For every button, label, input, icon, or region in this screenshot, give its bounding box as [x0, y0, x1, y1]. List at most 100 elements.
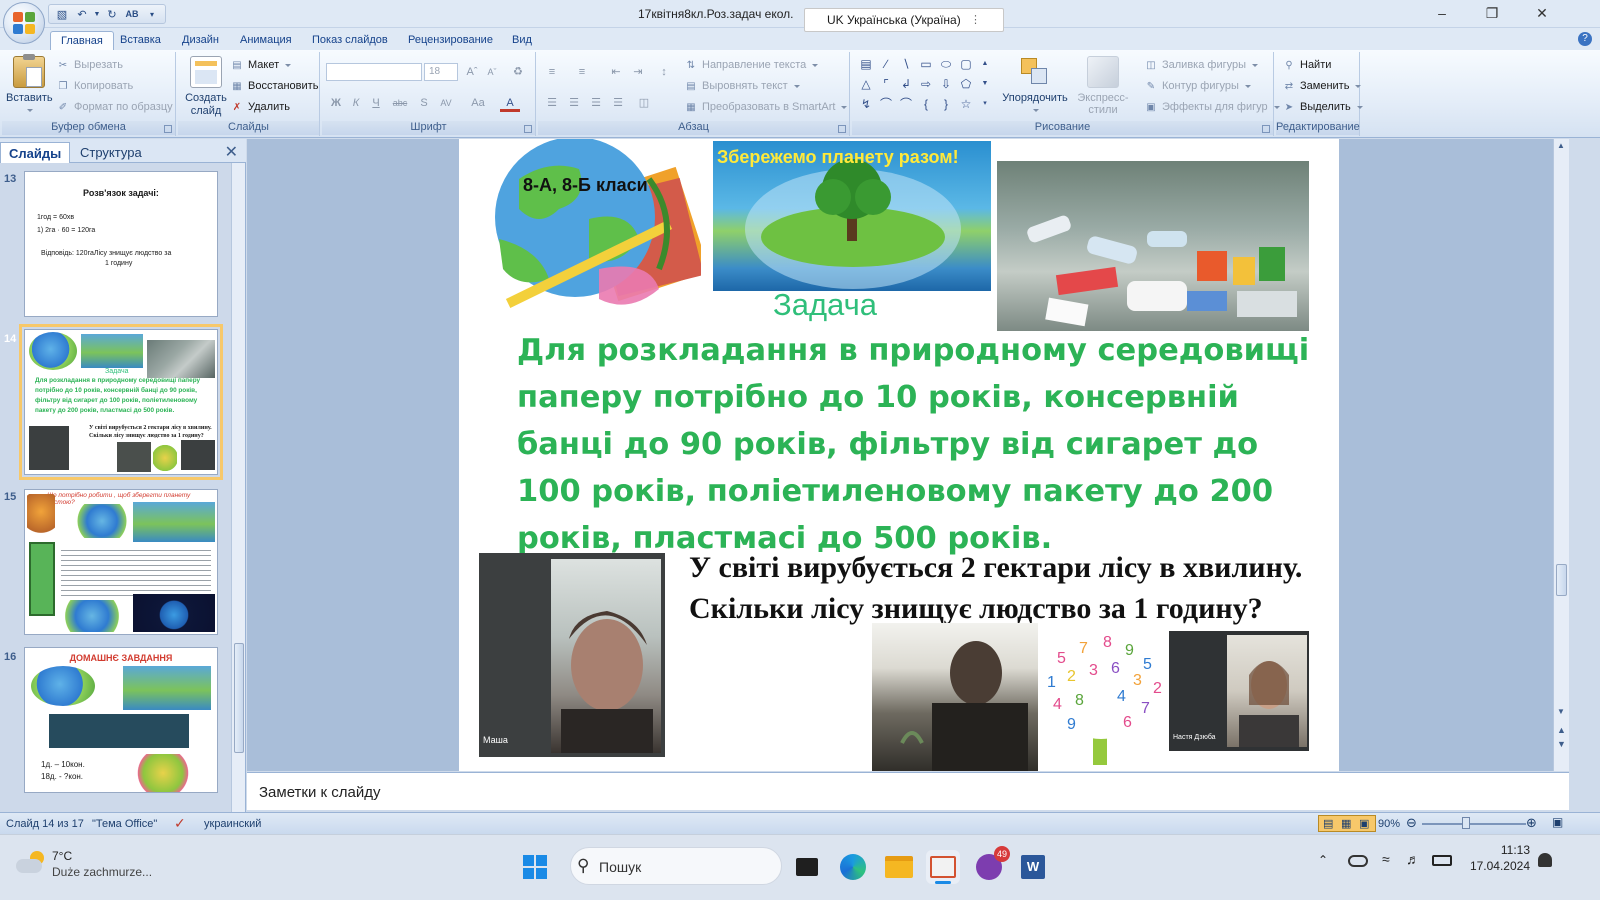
save-planet-image[interactable]: Збережемо планету разом!	[713, 141, 991, 291]
gallery-down-icon[interactable]: ▼	[980, 76, 990, 92]
clear-format-icon[interactable]: ♻	[508, 63, 528, 81]
scrollbar-thumb[interactable]	[234, 643, 244, 753]
select-button[interactable]: ➤ Выделить	[1282, 98, 1363, 116]
slide-canvas[interactable]: 8-А, 8-Б класи Збережемо планету разом!	[459, 139, 1339, 771]
video-tile-2[interactable]	[872, 623, 1038, 771]
paragraph-launcher-icon[interactable]	[838, 125, 846, 133]
wifi-icon[interactable]: ≈	[1382, 851, 1390, 867]
shape-outline-button[interactable]: ✎ Контур фигуры	[1144, 77, 1251, 95]
decrease-indent-icon[interactable]: ⇤	[606, 63, 626, 81]
previous-slide-icon[interactable]: ▲	[1557, 725, 1566, 735]
qat-customize-icon[interactable]: ▾	[143, 6, 161, 22]
font-color-icon[interactable]: A	[500, 94, 520, 112]
line-shape-icon[interactable]: ∖	[898, 56, 914, 72]
change-case-icon[interactable]: Aa	[468, 94, 488, 112]
quick-styles-button[interactable]: Экспресс-стили	[1064, 56, 1142, 128]
save-icon[interactable]: ▧	[53, 6, 71, 22]
start-button[interactable]	[518, 850, 552, 884]
scroll-up-icon[interactable]: ▲	[1557, 141, 1565, 150]
drawing-launcher-icon[interactable]	[1262, 125, 1270, 133]
powerpoint-icon[interactable]	[926, 850, 960, 884]
office-button[interactable]	[3, 2, 45, 44]
file-explorer-icon[interactable]	[882, 850, 916, 884]
zoom-out-icon[interactable]: ⊖	[1406, 815, 1417, 831]
left-brace-shape-icon[interactable]: {	[918, 96, 934, 112]
align-center-icon[interactable]: ☰	[564, 94, 584, 112]
close-panel-icon[interactable]: ✕	[225, 142, 238, 162]
taskbar-search[interactable]: ⚲ Пошук	[570, 847, 782, 885]
next-slide-icon[interactable]: ▼	[1557, 739, 1566, 749]
notification-bell-icon[interactable]	[1538, 853, 1552, 867]
font-name-combo[interactable]	[326, 63, 422, 81]
zoom-in-icon[interactable]: ⊕	[1526, 815, 1537, 831]
connector-shape-icon[interactable]: ↲	[898, 76, 914, 92]
problem-text[interactable]: Для розкладання в природному середовищі …	[517, 327, 1317, 562]
volume-icon[interactable]: ♬	[1406, 851, 1420, 867]
language-indicator[interactable]: UK Українська (Україна) ⋮	[804, 8, 1004, 32]
pollution-image[interactable]	[997, 161, 1309, 331]
battery-icon[interactable]	[1432, 855, 1452, 866]
language-status[interactable]: украинский	[204, 818, 261, 830]
gallery-more-icon[interactable]: ▾	[980, 96, 990, 112]
cut-button[interactable]: ✂ Вырезать	[56, 56, 123, 74]
notes-pane[interactable]: Заметки к слайду	[247, 772, 1569, 810]
replace-button[interactable]: ⇄ Заменить	[1282, 77, 1362, 95]
connector-shape-icon[interactable]: ⌜	[878, 76, 894, 92]
edge-browser-icon[interactable]	[836, 850, 870, 884]
rectangle-shape-icon[interactable]: ▭	[918, 56, 934, 72]
text-direction-button[interactable]: ⇅ Направление текста	[684, 56, 819, 74]
copy-button[interactable]: ❐ Копировать	[56, 77, 134, 95]
slide-title[interactable]: Задача	[773, 287, 877, 323]
view-buttons[interactable]: ▤ ▦ ▣	[1318, 815, 1376, 832]
scrollbar-thumb[interactable]	[1556, 564, 1567, 596]
thumbnails-scrollbar[interactable]	[231, 163, 245, 812]
number-tree-image[interactable]: 5 7 8 9 5 1 2 3 6 3 2 4 8 4 7 9 6	[1027, 629, 1177, 771]
scroll-down-icon[interactable]: ▼	[1557, 707, 1565, 716]
slide-thumbnail-16[interactable]: ДОМАШНЄ ЗАВДАННЯ 1д. – 10кон. 18д. - ?ко…	[24, 647, 218, 793]
expand-icon[interactable]: ⋮	[970, 13, 981, 26]
font-launcher-icon[interactable]	[524, 125, 532, 133]
shrink-font-icon[interactable]: Aˇ	[482, 63, 502, 81]
numbering-icon[interactable]: ≡	[572, 63, 592, 81]
new-slide-button[interactable]: Создать слайд	[182, 56, 230, 118]
slide-thumbnail-13[interactable]: Розв'язок задачі: 1год = 60хв 1) 2га · 6…	[24, 171, 218, 317]
redo-icon[interactable]: ↻	[103, 6, 121, 22]
tab-animation[interactable]: Анимация	[230, 31, 302, 51]
help-icon[interactable]: ?	[1578, 32, 1592, 46]
tab-insert[interactable]: Вставка	[110, 31, 171, 51]
spacing-icon[interactable]: AV	[436, 94, 456, 112]
shape-fill-button[interactable]: ◫ Заливка фигуры	[1144, 56, 1259, 74]
undo-dropdown-icon[interactable]: ▼	[93, 6, 101, 22]
reset-button[interactable]: ▦ Восстановить	[230, 77, 318, 95]
font-size-combo[interactable]: 18	[424, 63, 458, 81]
layout-button[interactable]: ▤ Макет	[230, 56, 292, 74]
slide-thumbnail-14[interactable]: Задача Для розкладання в природному сере…	[19, 324, 223, 480]
tab-slideshow[interactable]: Показ слайдов	[302, 31, 398, 51]
line-spacing-icon[interactable]: ↕	[654, 63, 674, 81]
columns-icon[interactable]: ◫	[634, 94, 654, 112]
weather-widget[interactable]: 7°C Duże zachmurze...	[16, 845, 186, 889]
align-text-button[interactable]: ▤ Выровнять текст	[684, 77, 800, 95]
triangle-shape-icon[interactable]: △	[858, 76, 874, 92]
strikethrough-icon[interactable]: abc	[390, 94, 410, 112]
video-tile-1[interactable]: Маша	[479, 553, 665, 757]
clock[interactable]: 11:13 17.04.2024	[1462, 843, 1530, 873]
freeform-shape-icon[interactable]: ↯	[858, 96, 874, 112]
curve-shape-icon[interactable]: ⌒	[878, 96, 894, 112]
task-view-icon[interactable]	[790, 850, 824, 884]
arrow-down-shape-icon[interactable]: ⇩	[938, 76, 954, 92]
tab-review[interactable]: Рецензирование	[398, 31, 503, 51]
word-icon[interactable]: W	[1016, 850, 1050, 884]
zoom-slider-thumb[interactable]	[1462, 817, 1470, 829]
find-button[interactable]: ⚲ Найти	[1282, 56, 1331, 74]
spelling-icon[interactable]: AB	[123, 6, 141, 22]
spellcheck-icon[interactable]: ✓	[174, 815, 186, 832]
arrange-button[interactable]: Упорядочить	[1000, 56, 1070, 116]
right-brace-shape-icon[interactable]: }	[938, 96, 954, 112]
globe-school-image[interactable]: 8-А, 8-Б класи	[479, 139, 710, 311]
clipboard-launcher-icon[interactable]	[164, 125, 172, 133]
justify-icon[interactable]: ☰	[608, 94, 628, 112]
delete-slide-button[interactable]: ✗ Удалить	[230, 98, 290, 116]
paste-button[interactable]: Вставить	[6, 54, 53, 116]
viber-icon[interactable]: 49	[972, 846, 1010, 884]
